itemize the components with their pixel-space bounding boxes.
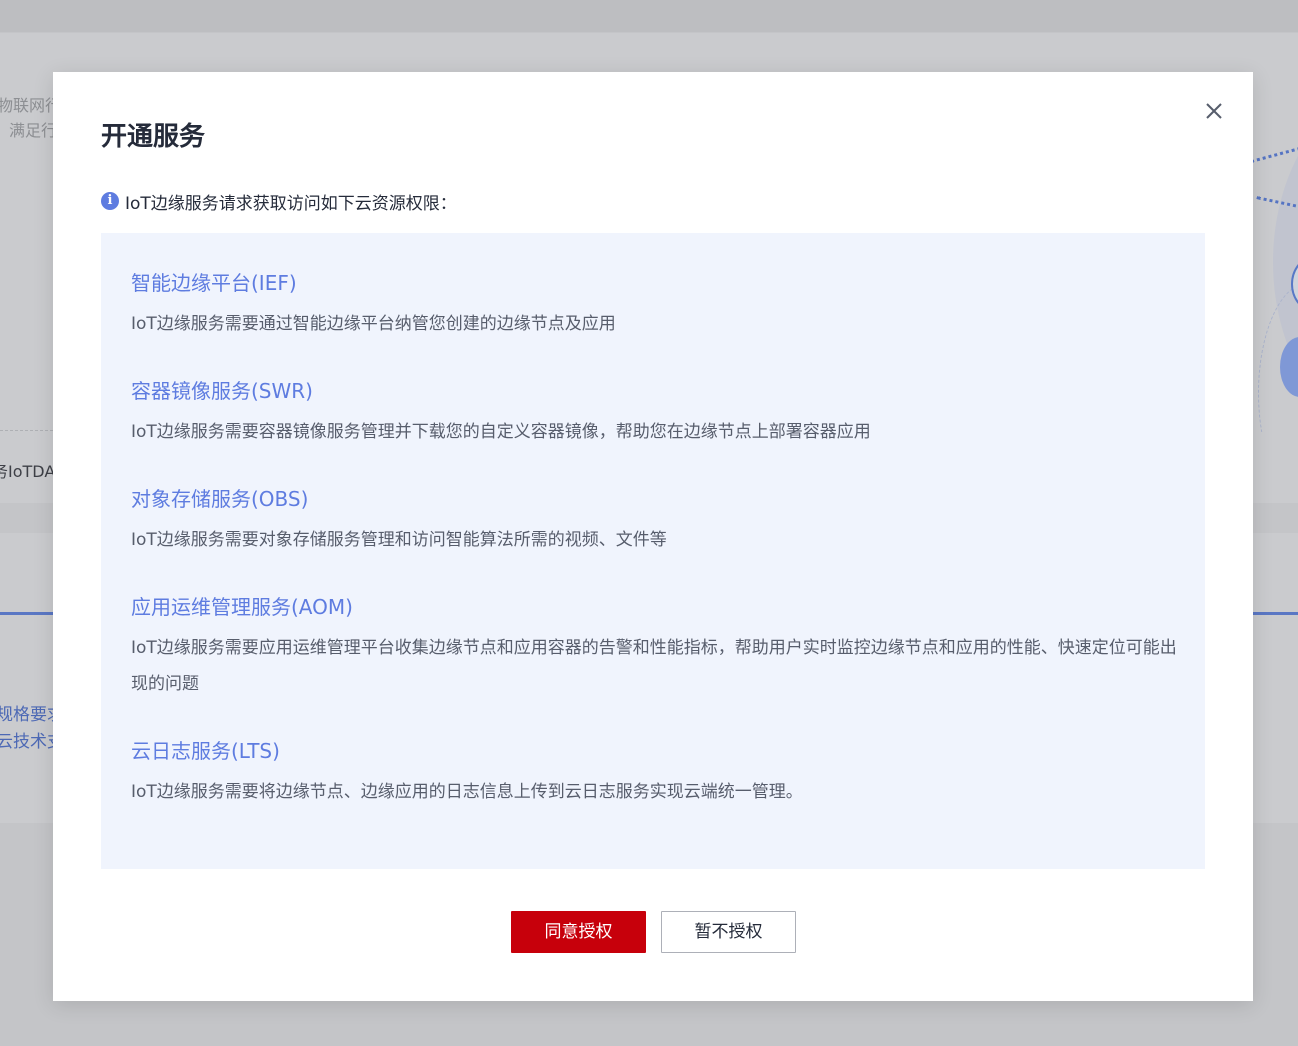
permission-list: 智能边缘平台(IEF) IoT边缘服务需要通过智能边缘平台纳管您创建的边缘节点及… [101,233,1205,869]
background-text: 务IoTDA [0,462,56,481]
permission-name: 应用运维管理服务(AOM) [131,595,353,619]
background-tab-underline [1253,612,1298,615]
permission-desc: IoT边缘服务需要应用运维管理平台收集边缘节点和应用容器的告警和性能指标，帮助用… [131,638,1177,694]
permission-item: 容器镜像服务(SWR) IoT边缘服务需要容器镜像服务管理并下载您的自定义容器镜… [131,378,1181,450]
background-top-bar [0,0,1298,32]
enable-service-dialog: 开通服务 i IoT边缘服务请求获取访问如下云资源权限： 智能边缘平台(IEF)… [53,72,1253,1001]
dialog-title: 开通服务 [101,122,206,152]
close-button[interactable] [1201,98,1227,124]
permission-item: 对象存储服务(OBS) IoT边缘服务需要对象存储服务管理和访问智能算法所需的视… [131,486,1181,558]
permission-item: 云日志服务(LTS) IoT边缘服务需要将边缘节点、边缘应用的日志信息上传到云日… [131,738,1181,810]
background-text: 物联网行 [0,96,62,115]
permission-item: 应用运维管理服务(AOM) IoT边缘服务需要应用运维管理平台收集边缘节点和应用… [131,594,1181,702]
background-divider [0,430,53,431]
permission-notice-text: IoT边缘服务请求获取访问如下云资源权限： [125,193,457,214]
permission-desc: IoT边缘服务需要通过智能边缘平台纳管您创建的边缘节点及应用 [131,314,616,334]
background-illustration [1253,72,1298,432]
permission-name: 容器镜像服务(SWR) [131,379,313,403]
background-tab-underline [0,612,53,615]
permission-name: 对象存储服务(OBS) [131,487,309,511]
permission-notice: i IoT边缘服务请求获取访问如下云资源权限： [101,190,457,214]
close-icon [1206,103,1222,119]
background-text: 满足行 [9,121,58,140]
permission-name: 云日志服务(LTS) [131,739,280,763]
permission-name: 智能边缘平台(IEF) [131,271,297,295]
permission-desc: IoT边缘服务需要将边缘节点、边缘应用的日志信息上传到云日志服务实现云端统一管理… [131,782,803,802]
decline-authorize-button[interactable]: 暂不授权 [661,911,796,953]
permission-item: 智能边缘平台(IEF) IoT边缘服务需要通过智能边缘平台纳管您创建的边缘节点及… [131,270,1181,342]
info-icon: i [101,192,119,210]
permission-desc: IoT边缘服务需要容器镜像服务管理并下载您的自定义容器镜像，帮助您在边缘节点上部… [131,422,871,442]
permission-desc: IoT边缘服务需要对象存储服务管理和访问智能算法所需的视频、文件等 [131,530,667,550]
agree-authorize-button[interactable]: 同意授权 [511,911,646,953]
